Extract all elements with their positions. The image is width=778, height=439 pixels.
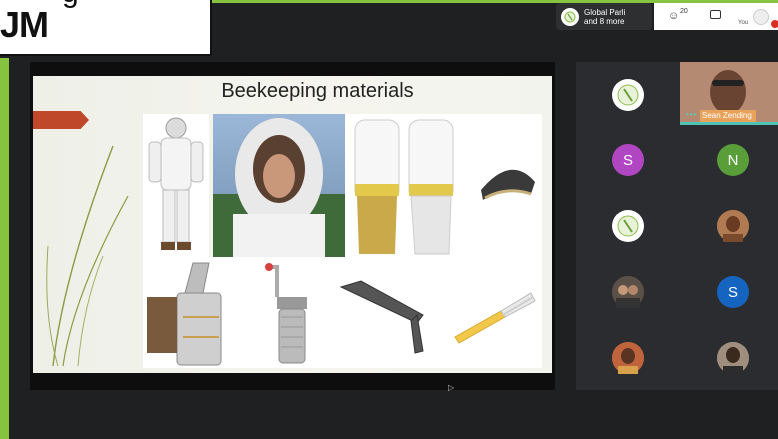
- you-label: You: [738, 20, 749, 26]
- left-accent-strip: [0, 58, 9, 439]
- globe-logo-icon: [561, 7, 579, 26]
- name-overlay: g JM: [0, 0, 212, 56]
- participant-tile[interactable]: S: [717, 276, 749, 308]
- participant-grid: ••• Sean Zending S N S: [576, 62, 778, 390]
- meeting-participants-chip[interactable]: Global Parli and 8 more: [556, 3, 652, 30]
- more-options-icon[interactable]: •••: [686, 110, 697, 119]
- speaking-indicator: [680, 122, 778, 125]
- participant-tile[interactable]: N: [717, 144, 749, 176]
- presentation-area: Beekeeping materials: [30, 62, 555, 390]
- slide: Beekeeping materials: [33, 76, 552, 373]
- people-count: 20: [680, 8, 688, 15]
- participant-initial: N: [727, 151, 739, 169]
- hive-tool-photo: [331, 257, 441, 368]
- participant-tile[interactable]: [612, 210, 644, 242]
- chip-title: Global Parli: [584, 7, 626, 17]
- participant-initial: S: [622, 151, 633, 169]
- gloves-photo: [345, 114, 471, 257]
- avatar[interactable]: [753, 9, 769, 25]
- participant-tile[interactable]: S: [612, 144, 644, 176]
- chip-subtitle: and 8 more: [584, 16, 625, 26]
- arrow-shape: [33, 111, 89, 129]
- participant-avatar[interactable]: [717, 342, 749, 374]
- slide-title: Beekeeping materials: [221, 80, 414, 102]
- participant-initial: S: [727, 283, 738, 301]
- smoker-photo: [143, 257, 237, 368]
- participant-video-tile[interactable]: ••• Sean Zending: [680, 62, 778, 125]
- notification-badge: [771, 20, 778, 28]
- bee-brush-photo: [471, 114, 542, 257]
- beekeeper-veil-photo: [213, 114, 345, 257]
- people-icon[interactable]: ☺: [668, 10, 679, 22]
- globe-logo-icon: [617, 84, 639, 106]
- overlay-name: JM: [0, 4, 49, 45]
- uncapping-fork-photo: [441, 257, 542, 368]
- mouse-cursor-icon: ▷: [448, 383, 455, 392]
- toolbar: ☺ 20 You: [654, 3, 778, 30]
- feeder-photo: [237, 257, 331, 368]
- participant-name: Sean Zending: [702, 111, 752, 120]
- participant-tile[interactable]: [612, 79, 644, 111]
- overlay-partial-text: g: [62, 0, 79, 10]
- participant-avatar[interactable]: [612, 276, 644, 308]
- globe-logo-icon: [617, 215, 639, 237]
- chat-icon[interactable]: [710, 10, 721, 19]
- participant-avatar[interactable]: [717, 210, 749, 242]
- decorative-stems: [46, 145, 129, 366]
- participant-avatar[interactable]: [612, 342, 644, 374]
- bee-suit-photo: [143, 114, 209, 257]
